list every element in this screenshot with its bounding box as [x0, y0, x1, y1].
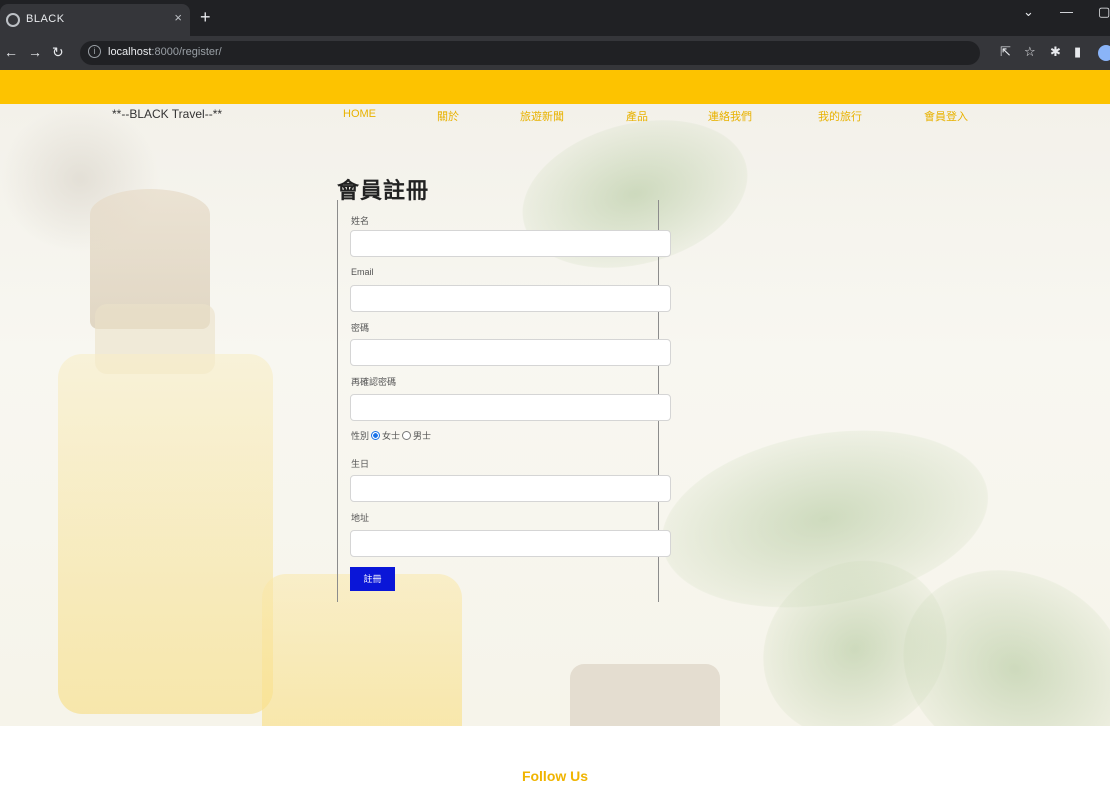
sidepanel-icon[interactable]: ▮	[1074, 44, 1081, 60]
tab-title: BLACK	[26, 13, 65, 25]
background-cork	[570, 664, 720, 726]
address-bar[interactable]: i localhost:8000/register/	[80, 41, 980, 65]
gender-label: 性別	[351, 431, 370, 441]
email-field[interactable]	[350, 285, 671, 312]
close-tab-icon[interactable]: ×	[174, 10, 182, 25]
share-icon[interactable]: ⇱	[1000, 44, 1011, 60]
birthday-field[interactable]	[350, 475, 671, 502]
reload-icon[interactable]: ↻	[52, 44, 64, 61]
chevron-down-icon[interactable]: ⌄	[1023, 4, 1034, 20]
nav-item-contact[interactable]: 連絡我們	[708, 108, 752, 124]
info-icon[interactable]: i	[88, 45, 101, 58]
address-toolbar: ← → ↻ i localhost:8000/register/ ⇱ ☆ ✱ ▮	[0, 36, 1110, 70]
nav-item-news[interactable]: 旅遊新聞	[520, 108, 564, 124]
url-path: :8000/register/	[151, 46, 222, 58]
globe-icon	[6, 13, 20, 27]
gender-radio-male[interactable]	[402, 431, 412, 440]
address-label: 地址	[351, 513, 370, 523]
gender-group: 性別 女士 男士	[351, 429, 431, 442]
follow-us-heading: Follow Us	[521, 768, 589, 784]
name-field[interactable]	[350, 230, 671, 257]
gender-option-female: 女士	[382, 431, 401, 441]
extensions-icon[interactable]: ✱	[1050, 44, 1061, 60]
address-field[interactable]	[350, 530, 671, 557]
nav-item-login[interactable]: 會員登入	[924, 108, 968, 124]
nav-item-about[interactable]: 關於	[437, 108, 459, 124]
register-button[interactable]: 註冊	[350, 567, 395, 591]
confirm-password-label: 再確認密碼	[351, 377, 397, 387]
star-icon[interactable]: ☆	[1024, 44, 1036, 60]
confirm-password-field[interactable]	[350, 394, 671, 421]
gender-radio-female[interactable]	[371, 431, 381, 440]
nav-item-my-trips[interactable]: 我的旅行	[818, 108, 862, 124]
minimize-icon[interactable]: —	[1060, 4, 1073, 19]
new-tab-icon[interactable]: +	[200, 7, 211, 28]
password-label: 密碼	[351, 323, 370, 333]
name-label: 姓名	[351, 216, 370, 226]
nav-item-products[interactable]: 產品	[626, 108, 648, 124]
site-brand[interactable]: **--BLACK Travel--**	[112, 107, 222, 121]
birthday-label: 生日	[351, 459, 370, 469]
nav-item-home[interactable]: HOME	[343, 108, 376, 120]
url-text: localhost:8000/register/	[108, 46, 222, 58]
top-accent-strip	[0, 70, 1110, 104]
password-field[interactable]	[350, 339, 671, 366]
url-host: localhost	[108, 46, 152, 58]
profile-avatar[interactable]	[1098, 45, 1110, 61]
back-icon[interactable]: ←	[4, 44, 18, 60]
gender-option-male: 男士	[413, 431, 432, 441]
email-label: Email	[351, 267, 374, 277]
forward-icon[interactable]: →	[28, 44, 42, 60]
maximize-icon[interactable]: ▢	[1098, 4, 1110, 20]
browser-tab[interactable]: BLACK ×	[0, 4, 190, 36]
background-bottle	[58, 354, 273, 714]
browser-tab-bar: BLACK × + ⌄ — ▢	[0, 0, 1110, 36]
